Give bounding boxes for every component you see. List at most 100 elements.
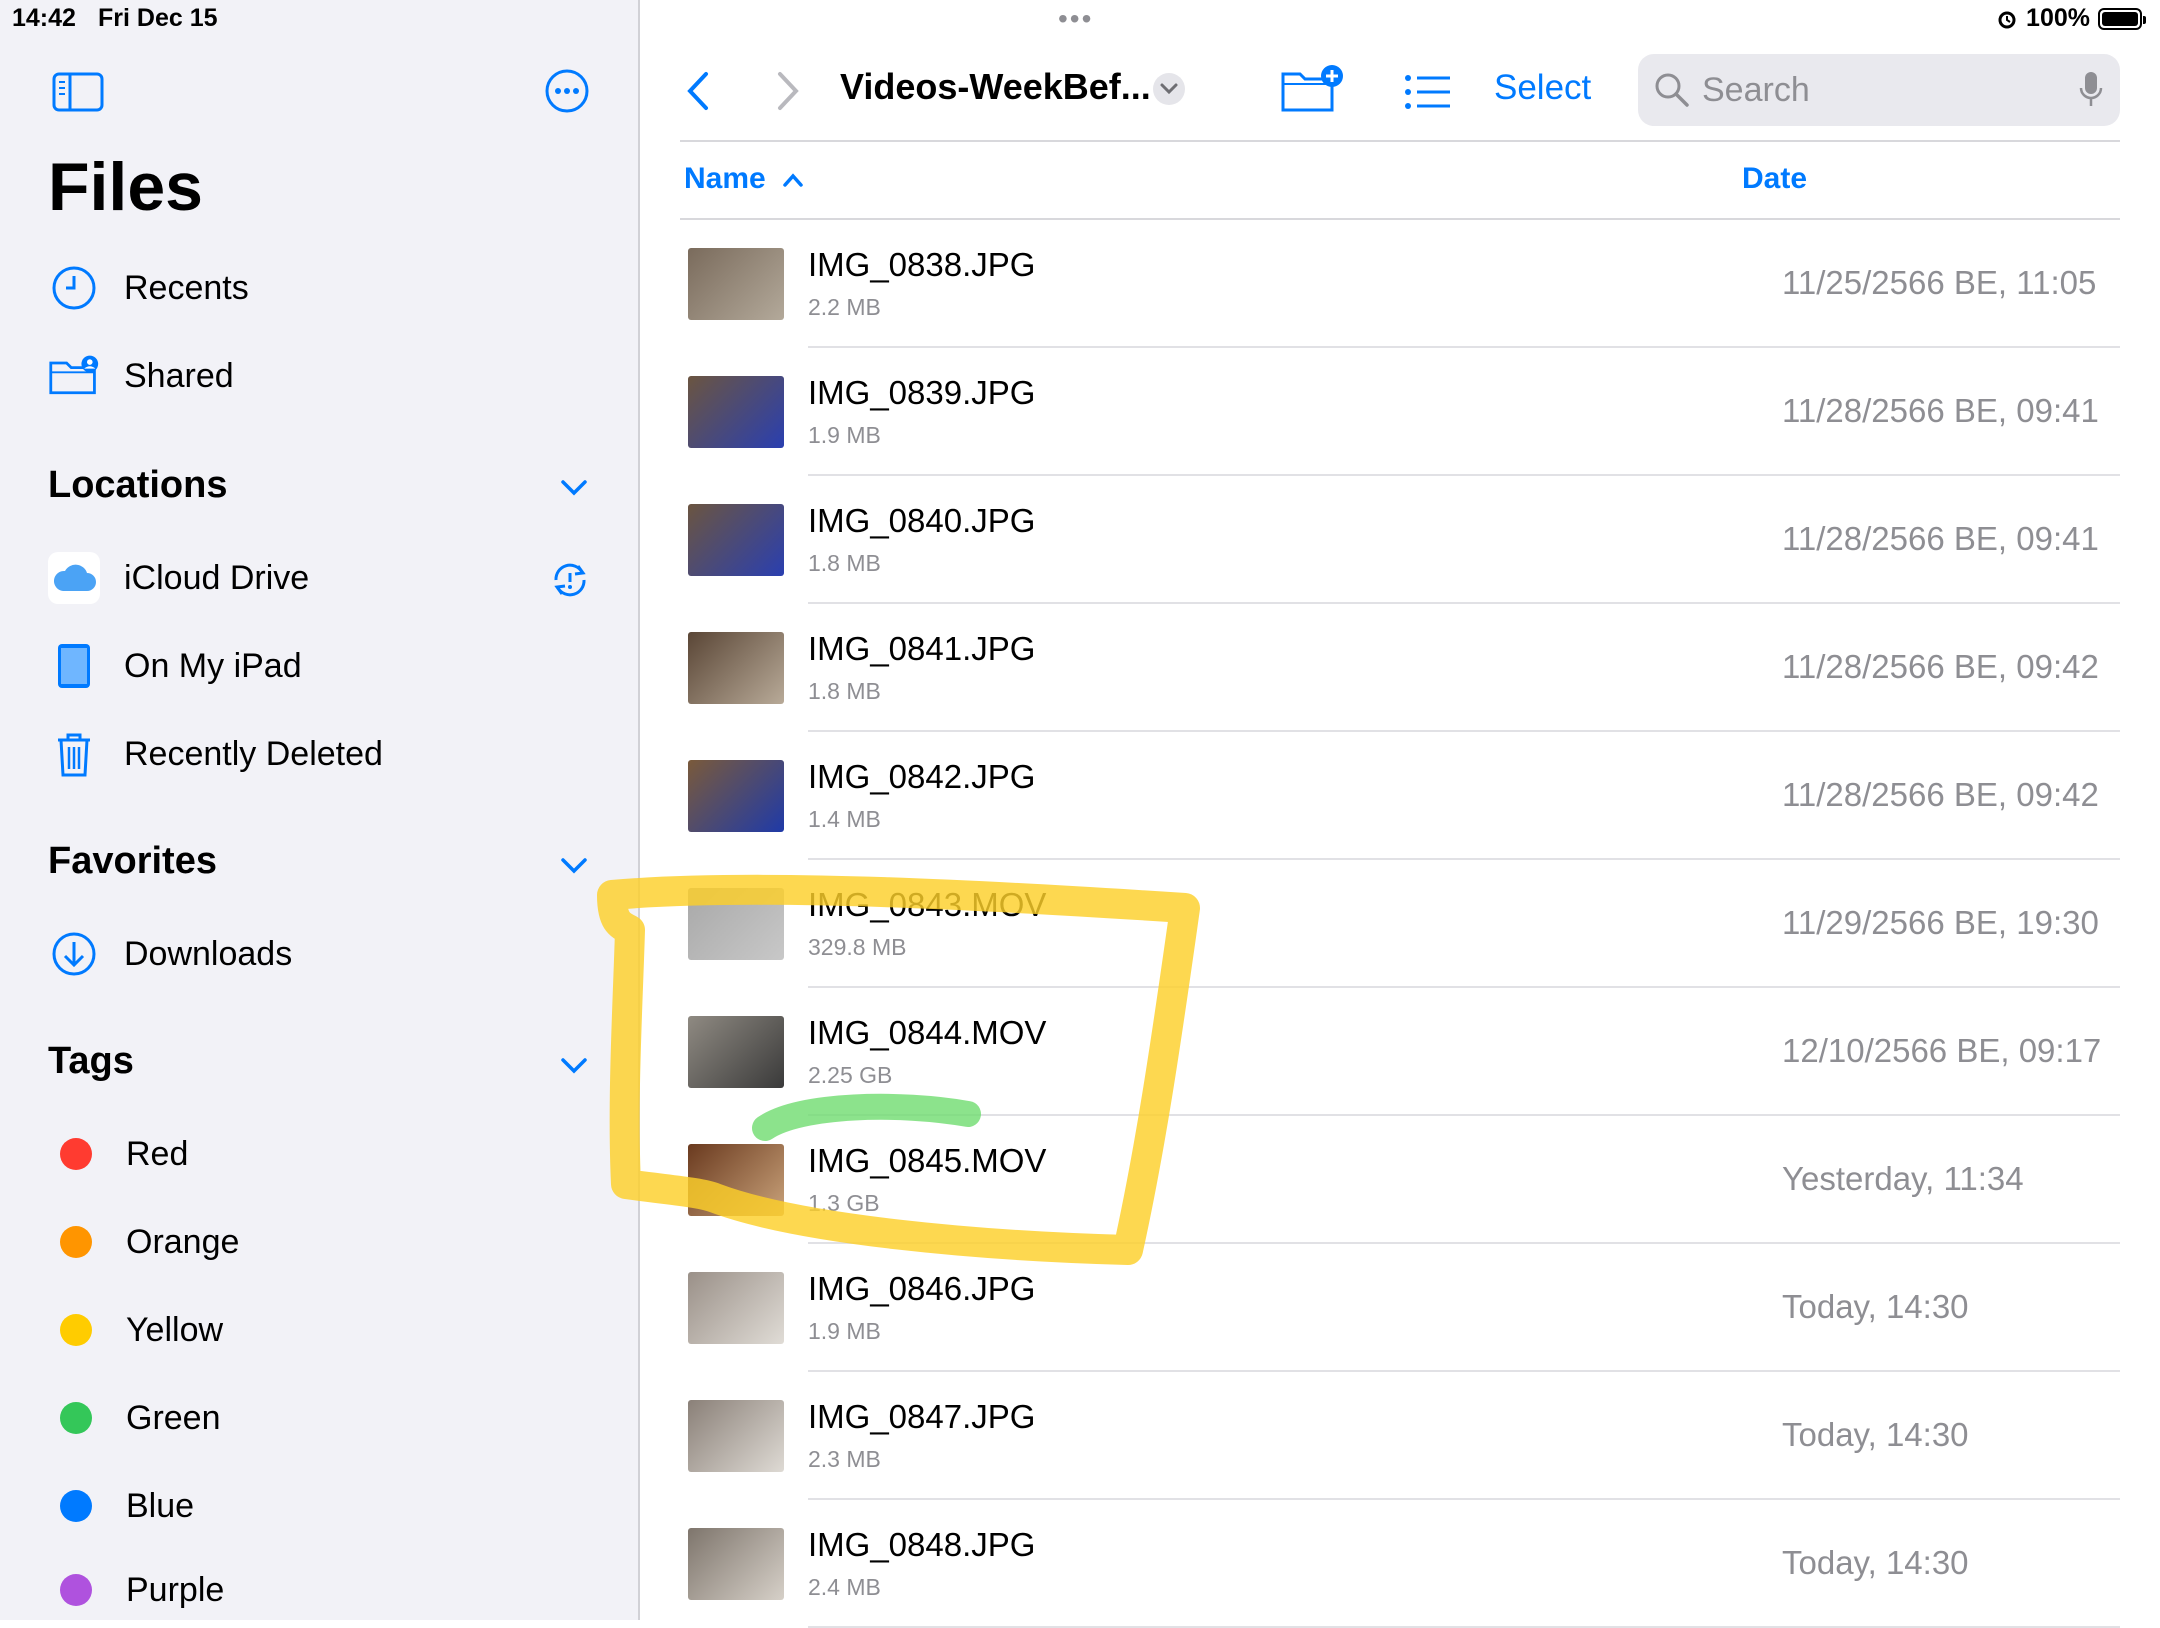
file-size: 2.4 MB: [808, 1574, 881, 1600]
battery-percent: 100%: [2026, 4, 2090, 32]
toolbar-divider: [680, 140, 2120, 142]
sidebar-item-recently-deleted[interactable]: Recently Deleted: [48, 724, 608, 784]
icloud-icon: [48, 552, 100, 604]
tag-label: Red: [126, 1134, 189, 1173]
file-row[interactable]: IMG_0839.JPG 1.9 MB 11/28/2566 BE, 09:41: [680, 348, 2120, 476]
file-name: IMG_0847.JPG: [808, 1398, 1036, 1435]
file-size: 1.4 MB: [808, 806, 881, 832]
file-row[interactable]: IMG_0844.MOV 2.25 GB 12/10/2566 BE, 09:17: [680, 988, 2120, 1116]
file-row[interactable]: IMG_0841.JPG 1.8 MB 11/28/2566 BE, 09:42: [680, 604, 2120, 732]
favorites-chevron-down-icon[interactable]: [560, 856, 588, 876]
sidebar-tag-purple[interactable]: Purple: [48, 1560, 608, 1620]
alarm-icon: [1998, 11, 2016, 28]
file-date: 11/29/2566 BE, 19:30: [1782, 904, 2099, 941]
tag-label: Green: [126, 1398, 221, 1437]
file-thumbnail: [688, 760, 784, 832]
column-header-name[interactable]: Name: [684, 162, 804, 196]
download-icon: [48, 928, 100, 980]
file-size: 1.9 MB: [808, 1318, 881, 1344]
file-name: IMG_0846.JPG: [808, 1270, 1036, 1307]
file-row[interactable]: IMG_0847.JPG 2.3 MB Today, 14:30: [680, 1372, 2120, 1500]
more-options-icon[interactable]: [544, 68, 590, 114]
sidebar-item-icloud-drive[interactable]: iCloud Drive: [48, 548, 608, 608]
tag-label: Orange: [126, 1222, 240, 1261]
file-row[interactable]: IMG_0843.MOV 329.8 MB 11/29/2566 BE, 19:30: [680, 860, 2120, 988]
sidebar-toggle-icon[interactable]: [52, 72, 104, 112]
file-size: 1.8 MB: [808, 550, 881, 576]
file-date: Today, 14:30: [1782, 1288, 1969, 1325]
sidebar-tag-green[interactable]: Green: [48, 1388, 608, 1448]
clock-icon: [48, 262, 100, 314]
sort-ascending-chevron-icon: [783, 173, 803, 187]
sidebar-item-on-my-ipad[interactable]: On My iPad: [48, 636, 608, 696]
file-thumbnail: [688, 632, 784, 704]
status-time: 14:42: [12, 4, 76, 32]
file-name: IMG_0842.JPG: [808, 758, 1036, 795]
sidebar-item-label: iCloud Drive: [124, 558, 310, 597]
file-name: IMG_0848.JPG: [808, 1526, 1036, 1563]
search-field[interactable]: Search: [1638, 54, 2120, 126]
title-menu-chevron-icon[interactable]: [1152, 72, 1186, 106]
file-name: IMG_0845.MOV: [808, 1142, 1047, 1179]
battery-icon: [2098, 7, 2146, 30]
sidebar: Files Recents Shared Locations iCloud Dr…: [0, 0, 640, 1620]
forward-chevron-icon[interactable]: [774, 70, 802, 112]
tag-label: Yellow: [126, 1310, 224, 1349]
tag-label: Blue: [126, 1486, 195, 1525]
file-name: IMG_0839.JPG: [808, 374, 1036, 411]
file-row[interactable]: IMG_0842.JPG 1.4 MB 11/28/2566 BE, 09:42: [680, 732, 2120, 860]
sidebar-tag-yellow[interactable]: Yellow: [48, 1300, 608, 1360]
new-folder-icon[interactable]: [1280, 64, 1344, 114]
file-size: 1.8 MB: [808, 678, 881, 704]
sidebar-tag-red[interactable]: Red: [48, 1124, 608, 1184]
status-right: 100%: [1996, 4, 2146, 33]
shared-folder-icon: [48, 350, 100, 402]
sidebar-item-shared[interactable]: Shared: [48, 346, 608, 406]
file-row[interactable]: IMG_0838.JPG 2.2 MB 11/25/2566 BE, 11:05: [680, 220, 2120, 348]
ipad-icon: [48, 640, 100, 692]
search-input[interactable]: Search: [1702, 71, 1810, 110]
file-row[interactable]: IMG_0845.MOV 1.3 GB Yesterday, 11:34: [680, 1116, 2120, 1244]
tags-chevron-down-icon[interactable]: [560, 1056, 588, 1076]
trash-icon: [48, 728, 100, 780]
file-size: 329.8 MB: [808, 934, 907, 960]
file-row[interactable]: IMG_0846.JPG 1.9 MB Today, 14:30: [680, 1244, 2120, 1372]
file-thumbnail: [688, 1016, 784, 1088]
sidebar-tag-orange[interactable]: Orange: [48, 1212, 608, 1272]
file-date: 11/28/2566 BE, 09:41: [1782, 520, 2099, 557]
sidebar-item-downloads[interactable]: Downloads: [48, 924, 608, 984]
file-size: 1.3 GB: [808, 1190, 880, 1216]
sidebar-item-label: On My iPad: [124, 646, 302, 685]
file-name: IMG_0844.MOV: [808, 1014, 1047, 1051]
file-row[interactable]: IMG_0848.JPG 2.4 MB Today, 14:30: [680, 1500, 2120, 1628]
file-size: 1.9 MB: [808, 422, 881, 448]
favorites-header: Favorites: [48, 840, 217, 882]
select-button[interactable]: Select: [1494, 68, 1591, 108]
sidebar-tag-blue[interactable]: Blue: [48, 1476, 608, 1536]
sidebar-item-label: Downloads: [124, 934, 293, 973]
file-date: 11/28/2566 BE, 09:42: [1782, 776, 2099, 813]
tag-color-dot: [60, 1402, 92, 1434]
file-thumbnail: [688, 1528, 784, 1600]
file-row[interactable]: IMG_0840.JPG 1.8 MB 11/28/2566 BE, 09:41: [680, 476, 2120, 604]
sidebar-item-label: Shared: [124, 356, 234, 395]
file-date: Yesterday, 11:34: [1782, 1160, 2024, 1197]
microphone-icon[interactable]: [2078, 70, 2104, 110]
search-icon: [1655, 73, 1689, 107]
file-thumbnail: [688, 1144, 784, 1216]
file-name: IMG_0841.JPG: [808, 630, 1036, 667]
column-header-date[interactable]: Date: [1742, 162, 1807, 196]
list-view-icon[interactable]: [1404, 74, 1452, 110]
tags-header: Tags: [48, 1040, 134, 1082]
back-chevron-icon[interactable]: [684, 70, 712, 112]
sidebar-item-recents[interactable]: Recents: [48, 258, 608, 318]
tag-color-dot: [60, 1314, 92, 1346]
file-thumbnail: [688, 376, 784, 448]
locations-chevron-down-icon[interactable]: [560, 478, 588, 498]
file-date: 11/28/2566 BE, 09:41: [1782, 392, 2099, 429]
folder-title[interactable]: Videos-WeekBef...: [840, 66, 1151, 108]
tag-color-dot: [60, 1574, 92, 1606]
file-thumbnail: [688, 1400, 784, 1472]
file-thumbnail: [688, 504, 784, 576]
file-date: 11/25/2566 BE, 11:05: [1782, 264, 2097, 301]
